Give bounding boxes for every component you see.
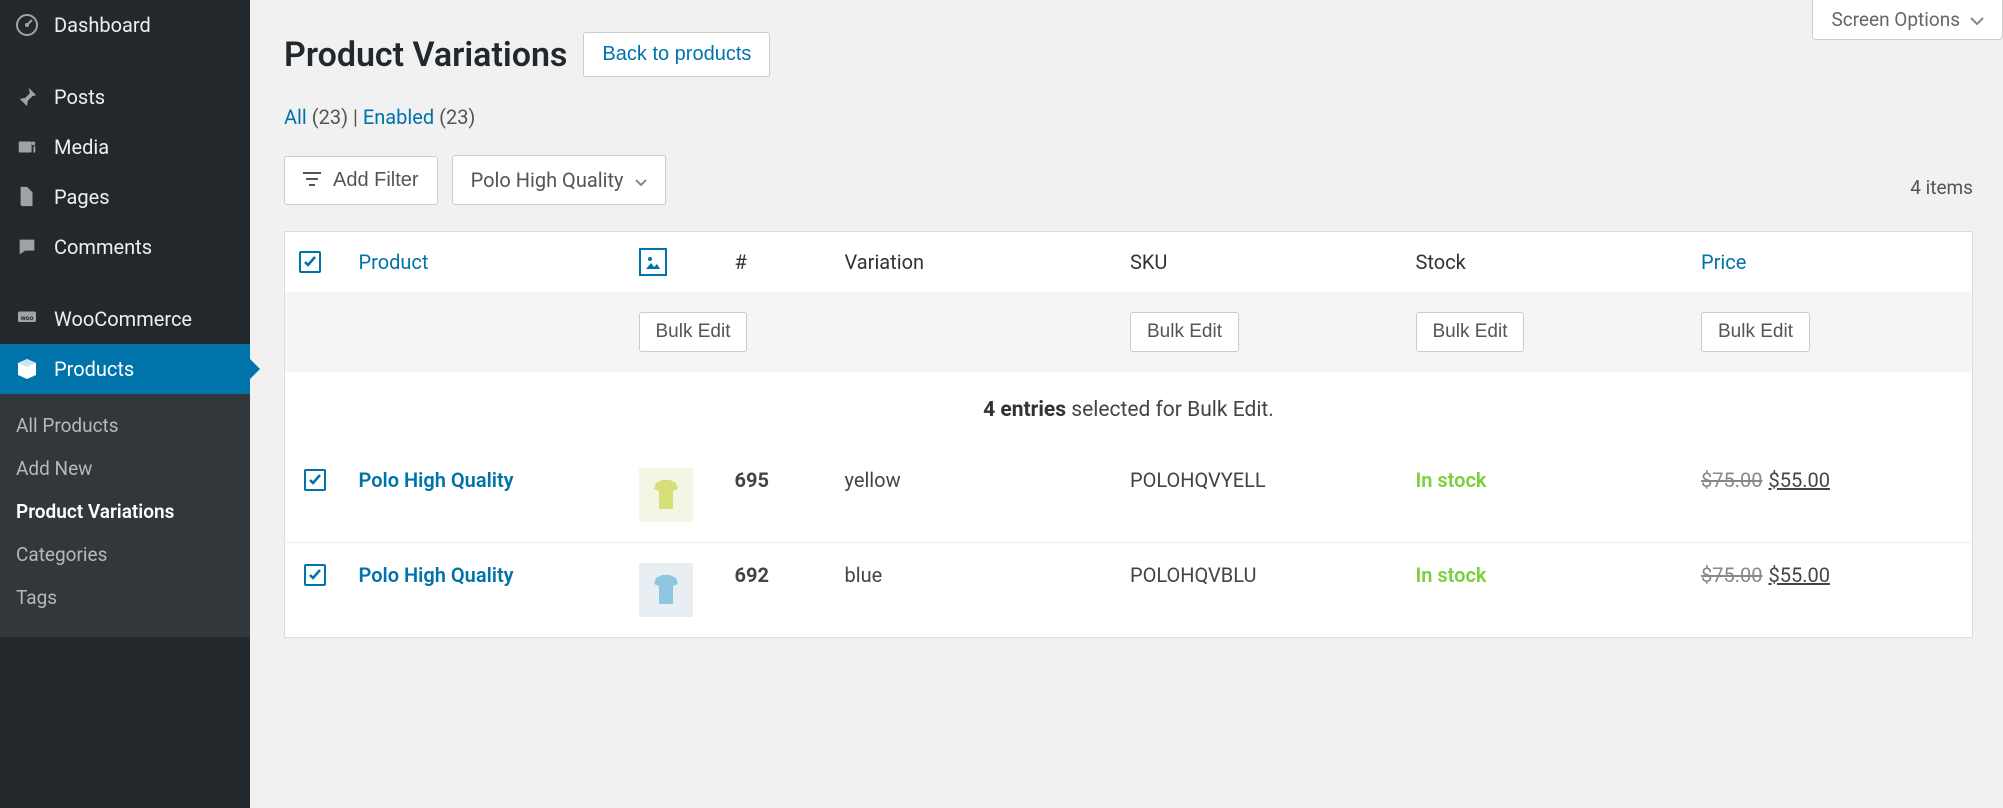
variation-sku: POLOHQVYELL (1116, 448, 1402, 543)
main-content: Screen Options Product Variations Back t… (250, 0, 2003, 668)
chevron-down-icon (635, 168, 647, 192)
image-icon (639, 248, 667, 276)
product-filter-value: Polo High Quality (471, 168, 624, 192)
price-old: $75.00 (1701, 563, 1762, 587)
items-count: 4 items (1910, 176, 1973, 199)
select-all-checkbox[interactable] (299, 251, 321, 273)
svg-text:woo: woo (21, 314, 34, 322)
col-price[interactable]: Price (1687, 232, 1973, 293)
sidebar-item-posts[interactable]: Posts (0, 72, 250, 122)
select-all-header[interactable] (285, 232, 345, 293)
stock-status: In stock (1416, 468, 1487, 492)
bulk-edit-price-button[interactable]: Bulk Edit (1701, 312, 1810, 352)
add-filter-label: Add Filter (333, 169, 419, 192)
chevron-down-icon (1970, 8, 1984, 31)
sidebar-item-label: WooCommerce (54, 307, 192, 331)
variation-id: 695 (735, 468, 769, 492)
screen-options-button[interactable]: Screen Options (1812, 0, 2003, 40)
price-new: $55.00 (1768, 563, 1829, 587)
pin-icon (14, 84, 40, 110)
col-product[interactable]: Product (345, 232, 625, 293)
page-title: Product Variations (284, 35, 567, 75)
product-link[interactable]: Polo High Quality (359, 468, 514, 492)
table-row: Polo High Quality 695 yellow POLOHQVYELL… (285, 448, 1973, 543)
filter-enabled-count: (23) (439, 105, 475, 129)
row-checkbox[interactable] (304, 564, 326, 586)
filter-icon (303, 169, 321, 192)
sidebar-item-dashboard[interactable]: Dashboard (0, 0, 250, 50)
variation-id: 692 (735, 563, 769, 587)
col-stock: Stock (1402, 232, 1688, 293)
screen-options-label: Screen Options (1831, 8, 1960, 31)
back-to-products-button[interactable]: Back to products (583, 32, 770, 77)
dashboard-icon (14, 12, 40, 38)
sidebar-item-comments[interactable]: Comments (0, 222, 250, 272)
sidebar-item-label: Media (54, 135, 109, 159)
filter-all-count: (23) (312, 105, 348, 129)
sidebar-item-products[interactable]: Products (0, 344, 250, 394)
sidebar-item-media[interactable]: Media (0, 122, 250, 172)
sidebar-item-label: Pages (54, 185, 110, 209)
product-link[interactable]: Polo High Quality (359, 563, 514, 587)
bulk-summary-count: 4 entries (983, 398, 1066, 422)
sidebar-item-label: Dashboard (54, 13, 151, 37)
bulk-edit-stock-button[interactable]: Bulk Edit (1416, 312, 1525, 352)
status-filter-links: All (23) | Enabled (23) (284, 105, 1973, 129)
sidebar-item-label: Products (54, 357, 134, 381)
sidebar-item-label: Comments (54, 235, 152, 259)
col-image (625, 232, 721, 293)
sidebar-item-woocommerce[interactable]: woo WooCommerce (0, 294, 250, 344)
price-old: $75.00 (1701, 468, 1762, 492)
table-row: Polo High Quality 692 blue POLOHQVBLU In… (285, 543, 1973, 638)
page-icon (14, 184, 40, 210)
products-icon (14, 356, 40, 382)
stock-status: In stock (1416, 563, 1487, 587)
product-thumbnail[interactable] (639, 468, 693, 522)
col-sku: SKU (1116, 232, 1402, 293)
row-checkbox[interactable] (304, 469, 326, 491)
bulk-summary-suffix: selected for Bulk Edit. (1066, 398, 1274, 422)
filter-enabled-link[interactable]: Enabled (363, 105, 434, 129)
add-filter-button[interactable]: Add Filter (284, 156, 438, 205)
product-filter-select[interactable]: Polo High Quality (452, 155, 667, 205)
comment-icon (14, 234, 40, 260)
submenu-add-new[interactable]: Add New (0, 447, 250, 490)
filter-separator: | (353, 105, 363, 129)
bulk-summary-row: 4 entries selected for Bulk Edit. (285, 372, 1973, 448)
submenu-all-products[interactable]: All Products (0, 404, 250, 447)
variation-attr: yellow (831, 448, 1117, 543)
woocommerce-icon: woo (14, 306, 40, 332)
filter-toolbar: Add Filter Polo High Quality (284, 155, 1973, 205)
col-variation: Variation (831, 232, 1117, 293)
product-thumbnail[interactable] (639, 563, 693, 617)
bulk-edit-sku-button[interactable]: Bulk Edit (1130, 312, 1239, 352)
variations-table: Product # Variation SKU Stock Price Bulk… (284, 231, 1973, 638)
submenu-product-variations[interactable]: Product Variations (0, 490, 250, 533)
bulk-edit-image-button[interactable]: Bulk Edit (639, 312, 748, 352)
submenu-categories[interactable]: Categories (0, 533, 250, 576)
price-cell: $75.00$55.00 (1687, 448, 1973, 543)
sidebar-item-label: Posts (54, 85, 105, 109)
col-id: # (721, 232, 831, 293)
variation-sku: POLOHQVBLU (1116, 543, 1402, 638)
sidebar-item-pages[interactable]: Pages (0, 172, 250, 222)
variation-attr: blue (831, 543, 1117, 638)
filter-all-link[interactable]: All (284, 105, 307, 129)
products-submenu: All Products Add New Product Variations … (0, 394, 250, 637)
admin-sidebar: Dashboard Posts Media Pages Comments woo… (0, 0, 250, 808)
bulk-edit-row: Bulk Edit Bulk Edit Bulk Edit Bulk Edit (285, 292, 1973, 372)
media-icon (14, 134, 40, 160)
submenu-tags[interactable]: Tags (0, 576, 250, 619)
price-new: $55.00 (1768, 468, 1829, 492)
price-cell: $75.00$55.00 (1687, 543, 1973, 638)
